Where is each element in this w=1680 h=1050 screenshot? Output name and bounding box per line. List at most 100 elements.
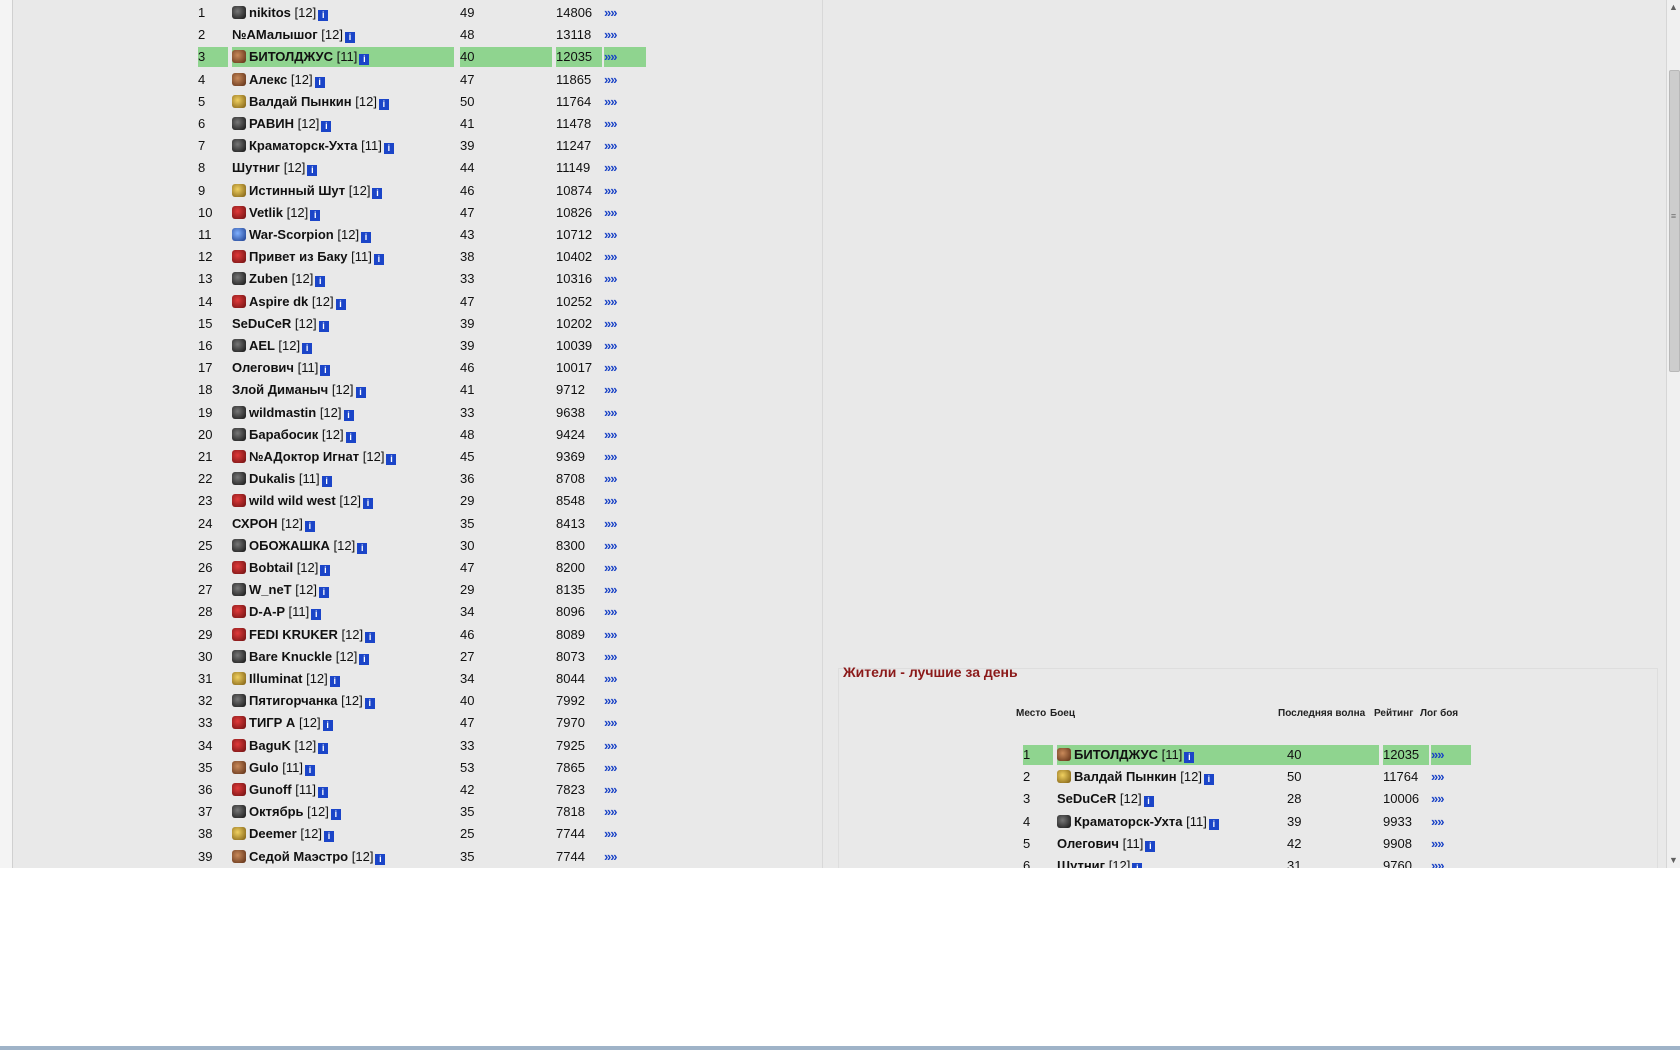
info-icon[interactable]: i	[321, 121, 332, 132]
battle-log-link-icon[interactable]: »»	[604, 47, 646, 68]
info-icon[interactable]: i	[345, 431, 356, 443]
fighter-name[interactable]: №АДоктор Игнат	[249, 449, 359, 464]
info-icon[interactable]: i	[310, 209, 321, 221]
battle-log-link-icon[interactable]: »»	[604, 114, 646, 134]
info-icon[interactable]: i	[317, 787, 328, 798]
clan-emblem-icon[interactable]	[232, 605, 246, 619]
clan-emblem-icon[interactable]	[232, 272, 246, 286]
fighter-name[interactable]: Седой Маэстро	[249, 849, 348, 864]
info-icon[interactable]: i	[365, 631, 376, 643]
battle-log-link-icon[interactable]: »»	[604, 358, 646, 378]
info-icon[interactable]: i	[355, 387, 366, 399]
info-icon[interactable]: i	[1208, 818, 1219, 830]
fighter-name[interactable]: Illuminat	[249, 671, 302, 686]
clan-emblem-icon[interactable]	[232, 561, 246, 574]
battle-log-link-icon[interactable]: »»	[1431, 789, 1471, 809]
fighter-name[interactable]: Bare Knuckle	[249, 649, 332, 664]
battle-log-link-icon[interactable]: »»	[604, 292, 646, 312]
info-icon[interactable]: i	[1132, 863, 1143, 868]
battle-log-link-icon[interactable]: »»	[604, 558, 646, 578]
clan-emblem-icon[interactable]	[232, 805, 246, 819]
battle-log-link-icon[interactable]: »»	[604, 70, 646, 90]
clan-emblem-icon[interactable]	[232, 94, 246, 108]
fighter-name[interactable]: Олегович	[232, 360, 294, 375]
clan-emblem-icon[interactable]	[232, 250, 246, 264]
battle-log-link-icon[interactable]: »»	[604, 247, 646, 267]
clan-emblem-icon[interactable]	[232, 783, 246, 796]
clan-emblem-icon[interactable]	[232, 672, 246, 685]
info-icon[interactable]: i	[304, 764, 315, 776]
clan-emblem-icon[interactable]	[232, 472, 246, 486]
info-icon[interactable]: i	[320, 565, 331, 576]
clan-emblem-icon[interactable]	[232, 50, 246, 64]
fighter-name[interactable]: Zuben	[249, 271, 288, 286]
clan-emblem-icon[interactable]	[232, 294, 246, 308]
fighter-name[interactable]: СХРОН	[232, 516, 278, 531]
battle-log-link-icon[interactable]: »»	[604, 669, 646, 689]
fighter-name[interactable]: Октябрь	[249, 804, 304, 819]
fighter-name[interactable]: Валдай Пынкин	[249, 94, 352, 109]
fighter-name[interactable]: Истинный Шут	[249, 183, 345, 198]
battle-log-link-icon[interactable]: »»	[604, 580, 646, 600]
info-icon[interactable]: i	[375, 853, 386, 865]
fighter-name[interactable]: nikitos	[249, 5, 291, 20]
clan-emblem-icon[interactable]	[232, 427, 246, 441]
info-icon[interactable]: i	[1145, 840, 1156, 852]
clan-emblem-icon[interactable]	[232, 627, 246, 641]
clan-emblem-icon[interactable]	[232, 139, 246, 153]
fighter-name[interactable]: Олегович	[1057, 836, 1119, 851]
info-icon[interactable]: i	[318, 320, 329, 332]
fighter-name[interactable]: Валдай Пынкин	[1074, 769, 1177, 784]
clan-emblem-icon[interactable]	[232, 183, 246, 197]
fighter-name[interactable]: ТИГР А	[249, 715, 295, 730]
battle-log-link-icon[interactable]: »»	[604, 447, 646, 467]
fighter-name[interactable]: Шутниг	[232, 160, 280, 175]
battle-log-link-icon[interactable]: »»	[604, 269, 646, 289]
battle-log-link-icon[interactable]: »»	[604, 625, 646, 645]
clan-emblem-icon[interactable]	[232, 827, 246, 841]
scroll-down-arrow-icon[interactable]: ▼	[1669, 855, 1678, 865]
battle-log-link-icon[interactable]: »»	[604, 403, 646, 423]
battle-log-link-icon[interactable]: »»	[604, 425, 646, 445]
clan-emblem-icon[interactable]	[232, 228, 246, 241]
info-icon[interactable]: i	[357, 542, 368, 554]
clan-emblem-icon[interactable]	[232, 494, 246, 508]
info-icon[interactable]: i	[329, 676, 340, 687]
battle-log-link-icon[interactable]: »»	[604, 136, 646, 156]
fighter-name[interactable]: Gulo	[249, 760, 279, 775]
battle-log-link-icon[interactable]: »»	[604, 181, 646, 201]
fighter-name[interactable]: РАВИН	[249, 116, 294, 131]
fighter-name[interactable]: AEL	[249, 338, 275, 353]
fighter-name[interactable]: FEDI KRUKER	[249, 627, 338, 642]
scroll-thumb[interactable]	[1669, 70, 1680, 372]
info-icon[interactable]: i	[321, 476, 332, 488]
info-icon[interactable]: i	[304, 520, 315, 532]
info-icon[interactable]: i	[361, 232, 372, 243]
info-icon[interactable]: i	[1184, 752, 1195, 763]
info-icon[interactable]: i	[318, 587, 329, 599]
clan-emblem-icon[interactable]	[1057, 814, 1071, 828]
battle-log-link-icon[interactable]: »»	[604, 314, 646, 334]
fighter-name[interactable]: D-A-P	[249, 604, 285, 619]
vertical-scrollbar[interactable]: ▲ ≡ ▼	[1666, 0, 1680, 868]
battle-log-link-icon[interactable]: »»	[604, 691, 646, 711]
info-icon[interactable]: i	[378, 98, 389, 110]
clan-emblem-icon[interactable]	[232, 450, 246, 463]
clan-emblem-icon[interactable]	[1057, 770, 1071, 784]
info-icon[interactable]: i	[372, 187, 383, 199]
battle-log-link-icon[interactable]: »»	[1431, 856, 1471, 868]
clan-emblem-icon[interactable]	[232, 6, 246, 19]
fighter-name[interactable]: Bobtail	[249, 560, 293, 575]
battle-log-link-icon[interactable]: »»	[1431, 812, 1471, 832]
info-icon[interactable]: i	[330, 809, 341, 821]
fighter-name[interactable]: Алекс	[249, 72, 287, 87]
clan-emblem-icon[interactable]	[232, 716, 246, 730]
fighter-name[interactable]: War-Scorpion	[249, 227, 334, 242]
clan-emblem-icon[interactable]	[232, 117, 246, 130]
fighter-name[interactable]: Привет из Баку	[249, 249, 348, 264]
battle-log-link-icon[interactable]: »»	[604, 3, 646, 23]
battle-log-link-icon[interactable]: »»	[604, 802, 646, 822]
battle-log-link-icon[interactable]: »»	[604, 647, 646, 667]
info-icon[interactable]: i	[343, 409, 354, 421]
fighter-name[interactable]: Краматорск-Ухта	[249, 138, 358, 153]
